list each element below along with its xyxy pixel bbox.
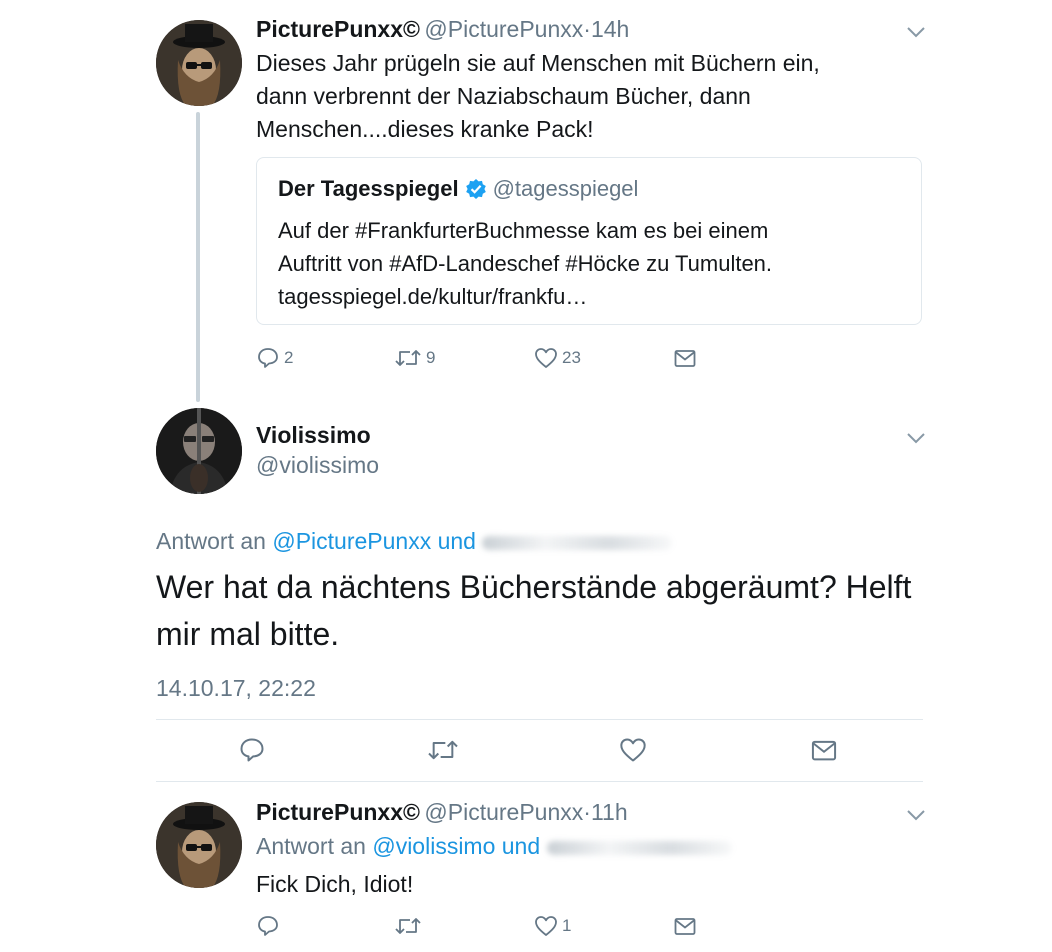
separator-dot: ·: [583, 799, 591, 825]
tweet2-text: Wer hat da nächtens Bücherstände abgeräu…: [156, 564, 911, 658]
tweet1-like-count: 23: [562, 348, 581, 367]
chevron-down-icon: [907, 810, 925, 821]
divider: [156, 719, 923, 720]
tweet3-time[interactable]: 11h: [591, 799, 628, 825]
dm-icon: [674, 918, 696, 935]
like-icon: [535, 916, 557, 936]
avatar-picturepunxx[interactable]: [156, 802, 242, 888]
avatar-image: [156, 802, 242, 888]
tweet1-reply-count: 2: [284, 348, 294, 367]
tweet3-dm-button[interactable]: [673, 914, 697, 938]
tweet2-retweet-button[interactable]: [426, 736, 460, 764]
tweet3-like-button[interactable]: 1: [534, 914, 571, 938]
tweet1-like-button[interactable]: 23: [534, 346, 581, 370]
tweet3-header: PicturePunxx© @PicturePunxx·11h: [256, 799, 628, 826]
retweet-icon: [395, 918, 421, 934]
retweet-icon: [428, 740, 458, 760]
reply-prefix: Antwort an: [156, 528, 266, 554]
tweet2-text-line: mir mal bitte.: [156, 616, 340, 652]
tweet3-menu-chevron[interactable]: [906, 808, 926, 822]
retweet-icon: [395, 350, 421, 366]
tweet1-text-line: Dieses Jahr prügeln sie auf Menschen mit…: [256, 50, 820, 76]
avatar-picturepunxx[interactable]: [156, 20, 242, 106]
redacted-handle: [482, 535, 673, 550]
tweet3-text: Fick Dich, Idiot!: [256, 871, 414, 897]
quote-text: Auf der #FrankfurterBuchmesse kam es bei…: [278, 214, 772, 313]
quote-name[interactable]: Der Tagesspiegel: [278, 176, 459, 202]
tweet1-handle[interactable]: @PicturePunxx: [424, 16, 583, 42]
tweet3-reply-context: Antwort an @violissimo und: [256, 833, 732, 860]
dm-icon: [811, 740, 837, 761]
reply-icon: [258, 348, 278, 368]
tweet2-handle[interactable]: @violissimo: [256, 452, 379, 479]
reply-prefix: Antwort an: [256, 833, 366, 859]
tweet2-name[interactable]: Violissimo: [256, 422, 371, 449]
tweet1-time[interactable]: 14h: [591, 16, 629, 42]
chevron-down-icon: [907, 433, 925, 444]
quoted-tweet-card[interactable]: Der Tagesspiegel @tagesspiegel Auf der #…: [256, 157, 922, 325]
chevron-down-icon: [907, 27, 925, 38]
tweet2-name-text: Violissimo: [256, 422, 371, 448]
tweet2-timestamp[interactable]: 14.10.17, 22:22: [156, 675, 316, 702]
tweet3-handle[interactable]: @PicturePunxx: [424, 799, 583, 825]
tweet1-menu-chevron[interactable]: [906, 25, 926, 39]
tweet2-dm-button[interactable]: [810, 736, 838, 764]
quote-handle[interactable]: @tagesspiegel: [493, 176, 639, 202]
avatar-violissimo[interactable]: [156, 408, 242, 494]
tweet2-text-line: Wer hat da nächtens Bücherstände abgeräu…: [156, 569, 912, 605]
like-icon: [535, 348, 557, 368]
avatar-image: [156, 20, 242, 106]
tweet1-retweet-count: 9: [426, 348, 436, 367]
reply-to-link[interactable]: @PicturePunxx und: [272, 528, 476, 554]
tweet1-dm-button[interactable]: [673, 346, 697, 370]
quote-text-line: tagesspiegel.de/kultur/frankfu…: [278, 284, 588, 309]
tweet2-reply-context: Antwort an @PicturePunxx und: [156, 528, 673, 555]
divider: [156, 781, 923, 782]
tweet1-header: PicturePunxx© @PicturePunxx·14h: [256, 16, 629, 43]
avatar-image: [156, 408, 242, 494]
tweet2-reply-button[interactable]: [238, 736, 266, 764]
thread-line: [196, 112, 200, 402]
tweet3-like-count: 1: [562, 916, 572, 935]
tweet3-retweet-button[interactable]: [394, 914, 422, 938]
quote-text-line: Auf der #FrankfurterBuchmesse kam es bei…: [278, 218, 769, 243]
reply-icon: [240, 738, 264, 762]
quote-header: Der Tagesspiegel @tagesspiegel: [278, 176, 638, 202]
tweet2-like-button[interactable]: [619, 736, 647, 764]
tweet2-menu-chevron[interactable]: [906, 431, 926, 445]
separator-dot: ·: [583, 16, 591, 42]
tweet1-name[interactable]: PicturePunxx©: [256, 16, 420, 42]
tweet1-reply-button[interactable]: 2: [256, 346, 293, 370]
like-icon: [620, 738, 646, 762]
tweet1-text-line: dann verbrennt der Naziabschaum Bücher, …: [256, 83, 751, 109]
verified-badge-icon: [465, 179, 486, 199]
tweet3-reply-button[interactable]: [256, 914, 280, 938]
tweet1-retweet-button[interactable]: 9: [394, 346, 435, 370]
quote-text-line: Auftritt von #AfD-Landeschef #Höcke zu T…: [278, 251, 773, 276]
tweet3-name[interactable]: PicturePunxx©: [256, 799, 420, 825]
reply-icon: [258, 916, 278, 936]
dm-icon: [674, 350, 696, 367]
redacted-handle: [546, 840, 732, 855]
reply-to-link[interactable]: @violissimo und: [372, 833, 540, 859]
tweet1-text-line: Menschen....dieses kranke Pack!: [256, 116, 594, 142]
tweet1-text: Dieses Jahr prügeln sie auf Menschen mit…: [256, 47, 820, 146]
